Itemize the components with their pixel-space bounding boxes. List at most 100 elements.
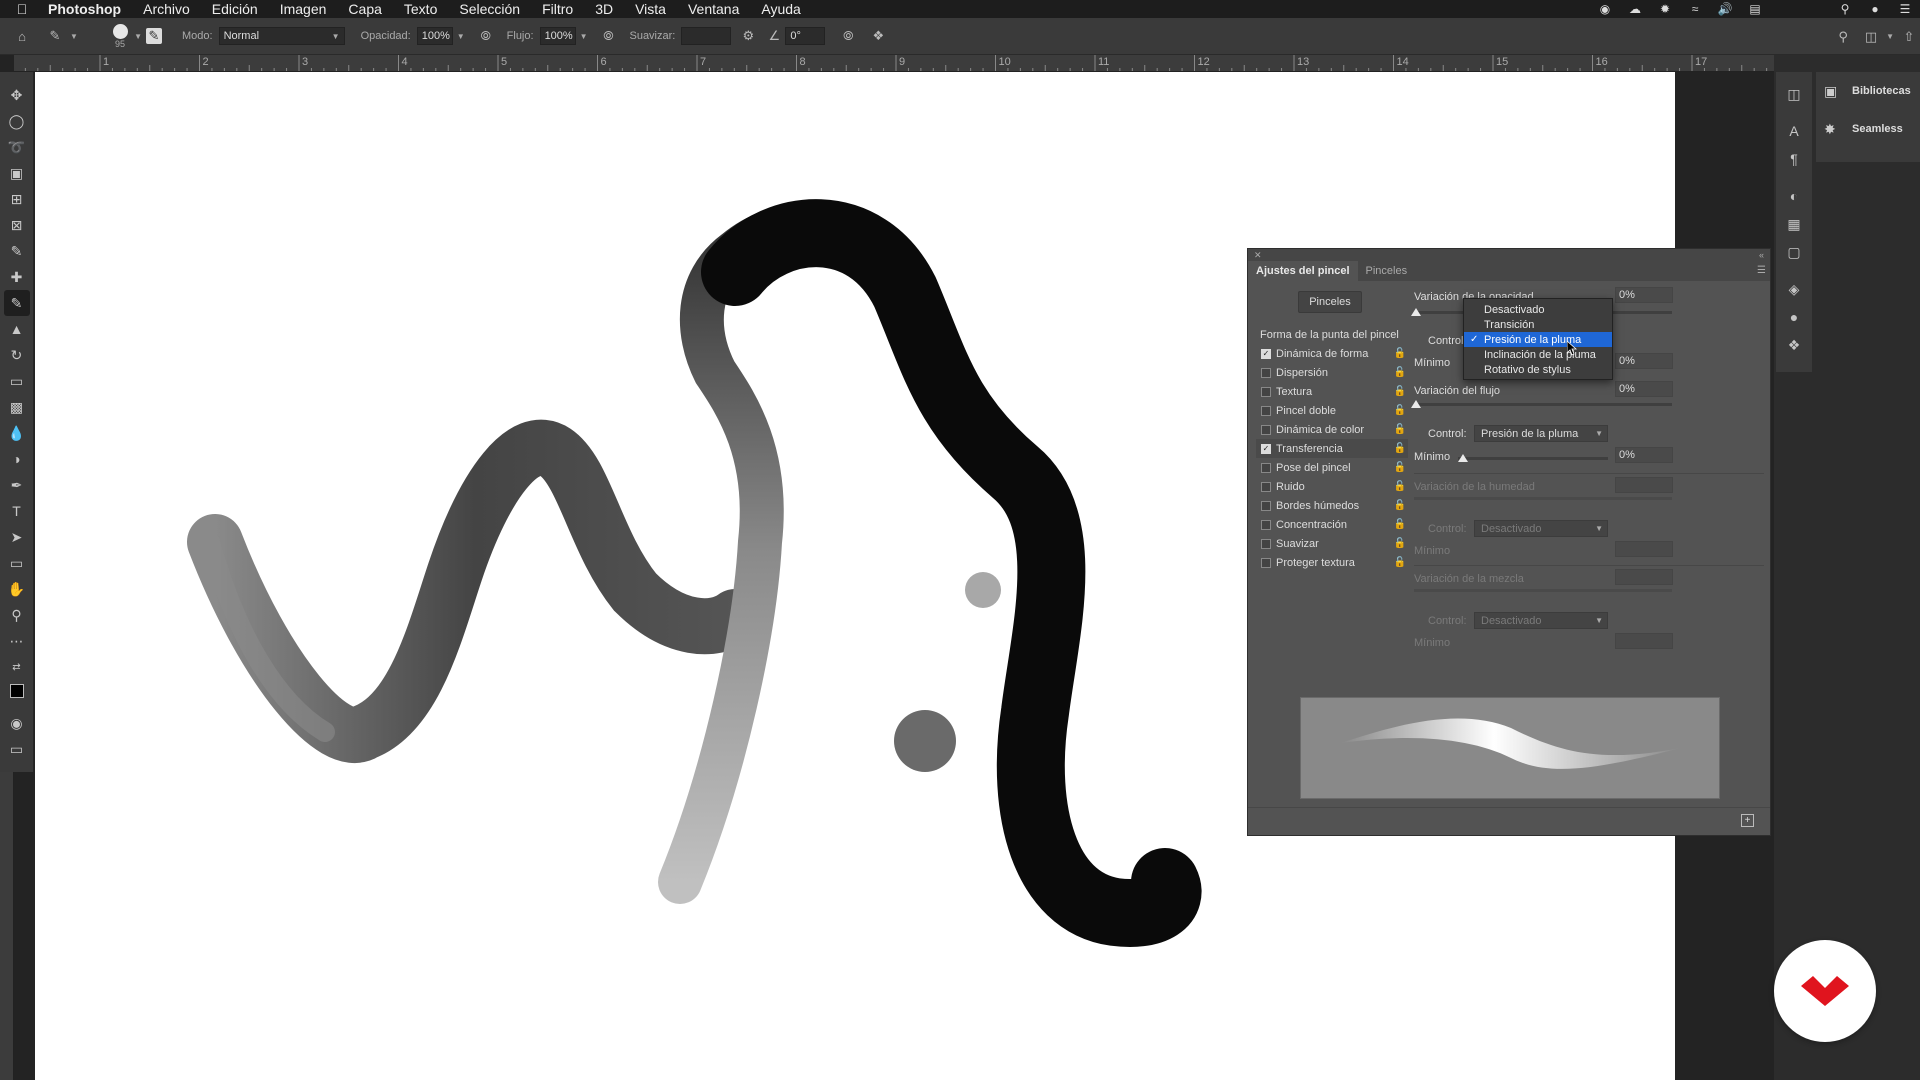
stamp-tool-icon[interactable]: ▲ <box>4 316 30 342</box>
rectangle-tool-icon[interactable]: ▭ <box>4 550 30 576</box>
checkbox[interactable] <box>1261 519 1271 530</box>
panel-title-bar[interactable]: ✕ « <box>1248 249 1770 261</box>
crop-tool-icon[interactable]: ⊞ <box>4 186 30 212</box>
control-center-icon[interactable]: ☰ <box>1890 0 1920 18</box>
flow-variation-value[interactable]: 0% <box>1615 381 1673 397</box>
flow-input[interactable]: 100% <box>539 27 576 45</box>
lock-icon[interactable]: 🔓 <box>1394 424 1406 435</box>
lasso-tool-icon[interactable]: ➰ <box>4 134 30 160</box>
gear-icon[interactable]: ⚙ <box>737 25 759 47</box>
marquee-tool-icon[interactable]: ◯ <box>4 108 30 134</box>
layers-panel-icon[interactable]: ◈ <box>1781 276 1807 302</box>
zoom-tool-icon[interactable]: ⚲ <box>4 602 30 628</box>
smoothing-input[interactable] <box>681 27 732 45</box>
eraser-tool-icon[interactable]: ▭ <box>4 368 30 394</box>
checkbox[interactable] <box>1261 386 1271 397</box>
brush-option-item[interactable]: Bordes húmedos 🔓 <box>1256 496 1408 515</box>
record-icon[interactable]: ◉ <box>1590 0 1620 18</box>
brushes-button[interactable]: Pinceles <box>1298 291 1362 313</box>
dropdown-option[interactable]: Inclinación de la pluma <box>1464 347 1612 362</box>
gradients-panel-icon[interactable]: ▢ <box>1781 239 1807 265</box>
checkbox[interactable] <box>1261 500 1271 511</box>
frame-tool-icon[interactable]: ⊠ <box>4 212 30 238</box>
libraries-panel-item[interactable]: ▣ Bibliotecas <box>1816 72 1920 110</box>
lock-icon[interactable]: 🔓 <box>1394 481 1406 492</box>
lock-icon[interactable]: 🔓 <box>1394 405 1406 416</box>
mode-select[interactable]: Normal ▼ <box>218 27 345 45</box>
home-icon[interactable]: ⌂ <box>11 25 33 47</box>
panel-menu-icon[interactable]: ☰ <box>1757 265 1766 276</box>
chevron-down-icon[interactable]: ▼ <box>457 32 465 41</box>
pressure-size-icon[interactable]: ⦾ <box>837 25 859 47</box>
slider-thumb[interactable] <box>1458 454 1468 462</box>
eyedropper-tool-icon[interactable]: ✎ <box>4 238 30 264</box>
lock-icon[interactable]: 🔓 <box>1394 557 1406 568</box>
checkbox[interactable]: ✓ <box>1261 443 1271 454</box>
dodge-tool-icon[interactable]: ◑ <box>4 446 30 472</box>
search-icon[interactable]: ⚲ <box>1832 26 1854 48</box>
dropdown-option[interactable]: ✓ Presión de la pluma <box>1464 332 1612 347</box>
dropdown-option[interactable]: Rotativo de stylus <box>1464 362 1612 377</box>
menu-texto[interactable]: Texto <box>393 1 448 17</box>
minimum-slider[interactable] <box>1458 454 1608 462</box>
opacity-input[interactable]: 100% <box>416 27 453 45</box>
workspace-icon[interactable]: ◫ <box>1860 26 1882 48</box>
lock-icon[interactable]: 🔓 <box>1394 519 1406 530</box>
apple-icon[interactable]:  <box>0 1 44 17</box>
quick-mask-icon[interactable]: ◉ <box>4 710 30 736</box>
wifi-icon[interactable]: ≈ <box>1680 0 1710 18</box>
object-select-tool-icon[interactable]: ▣ <box>4 160 30 186</box>
tab-brushes[interactable]: Pinceles <box>1358 261 1416 281</box>
brush-tool-icon[interactable]: ✎ <box>44 25 66 47</box>
brush-option-item[interactable]: Dinámica de color 🔓 <box>1256 420 1408 439</box>
paths-panel-icon[interactable]: ❖ <box>1781 332 1807 358</box>
chevron-down-icon[interactable]: ▼ <box>1886 32 1894 41</box>
slider-thumb[interactable] <box>1411 400 1421 408</box>
more-tools-icon[interactable]: ⋯ <box>4 628 30 654</box>
chevron-down-icon[interactable]: ▼ <box>70 32 78 41</box>
keyboard-icon[interactable]: ▤ <box>1740 0 1770 18</box>
brush-panel-toggle-icon[interactable]: ✎ <box>146 28 162 44</box>
hand-tool-icon[interactable]: ✋ <box>4 576 30 602</box>
menu-app-name[interactable]: Photoshop <box>44 1 132 17</box>
flow-variation-slider[interactable] <box>1411 400 1672 408</box>
brush-option-item[interactable]: ✓ Dinámica de forma 🔓 <box>1256 344 1408 363</box>
character-panel-icon[interactable]: A <box>1781 118 1807 144</box>
path-select-tool-icon[interactable]: ➤ <box>4 524 30 550</box>
brush-tool-icon[interactable]: ✎ <box>3 290 30 316</box>
menu-capa[interactable]: Capa <box>337 1 392 17</box>
brush-option-item[interactable]: Suavizar 🔓 <box>1256 534 1408 553</box>
menu-ayuda[interactable]: Ayuda <box>750 1 811 17</box>
volume-icon[interactable]: 🔊 <box>1710 0 1740 18</box>
brush-option-item[interactable]: Proteger textura 🔓 <box>1256 553 1408 572</box>
checkbox[interactable] <box>1261 405 1271 416</box>
lock-icon[interactable]: 🔓 <box>1394 367 1406 378</box>
lock-icon[interactable]: 🔓 <box>1394 538 1406 549</box>
brush-option-item[interactable]: Pincel doble 🔓 <box>1256 401 1408 420</box>
checkbox[interactable] <box>1261 538 1271 549</box>
siri-icon[interactable]: ● <box>1860 0 1890 18</box>
pen-tool-icon[interactable]: ✒ <box>4 472 30 498</box>
channels-panel-icon[interactable]: ● <box>1781 304 1807 330</box>
menu-vista[interactable]: Vista <box>624 1 677 17</box>
checkbox[interactable] <box>1261 367 1271 378</box>
opacity-variation-value[interactable]: 0% <box>1615 287 1673 303</box>
spotlight-icon[interactable]: ⚲ <box>1830 0 1860 18</box>
share-icon[interactable]: ⇧ <box>1898 26 1920 48</box>
creative-cloud-icon[interactable]: ☁ <box>1620 0 1650 18</box>
blur-tool-icon[interactable]: 💧 <box>4 420 30 446</box>
swap-colors-icon[interactable]: ⇄ <box>4 654 30 680</box>
chevron-down-icon[interactable]: ▼ <box>134 32 142 41</box>
checkbox[interactable] <box>1261 481 1271 492</box>
menu-seleccion[interactable]: Selección <box>448 1 531 17</box>
menu-ventana[interactable]: Ventana <box>677 1 750 17</box>
lock-icon[interactable]: 🔓 <box>1394 348 1406 359</box>
menu-edicion[interactable]: Edición <box>201 1 269 17</box>
lock-icon[interactable]: 🔓 <box>1394 443 1406 454</box>
menu-3d[interactable]: 3D <box>584 1 624 17</box>
chevron-down-icon[interactable]: ▼ <box>580 32 588 41</box>
extension-icon[interactable]: ✹ <box>1650 0 1680 18</box>
brush-option-item[interactable]: Concentración 🔓 <box>1256 515 1408 534</box>
foreground-color[interactable] <box>9 684 24 698</box>
slider-thumb[interactable] <box>1411 308 1421 316</box>
